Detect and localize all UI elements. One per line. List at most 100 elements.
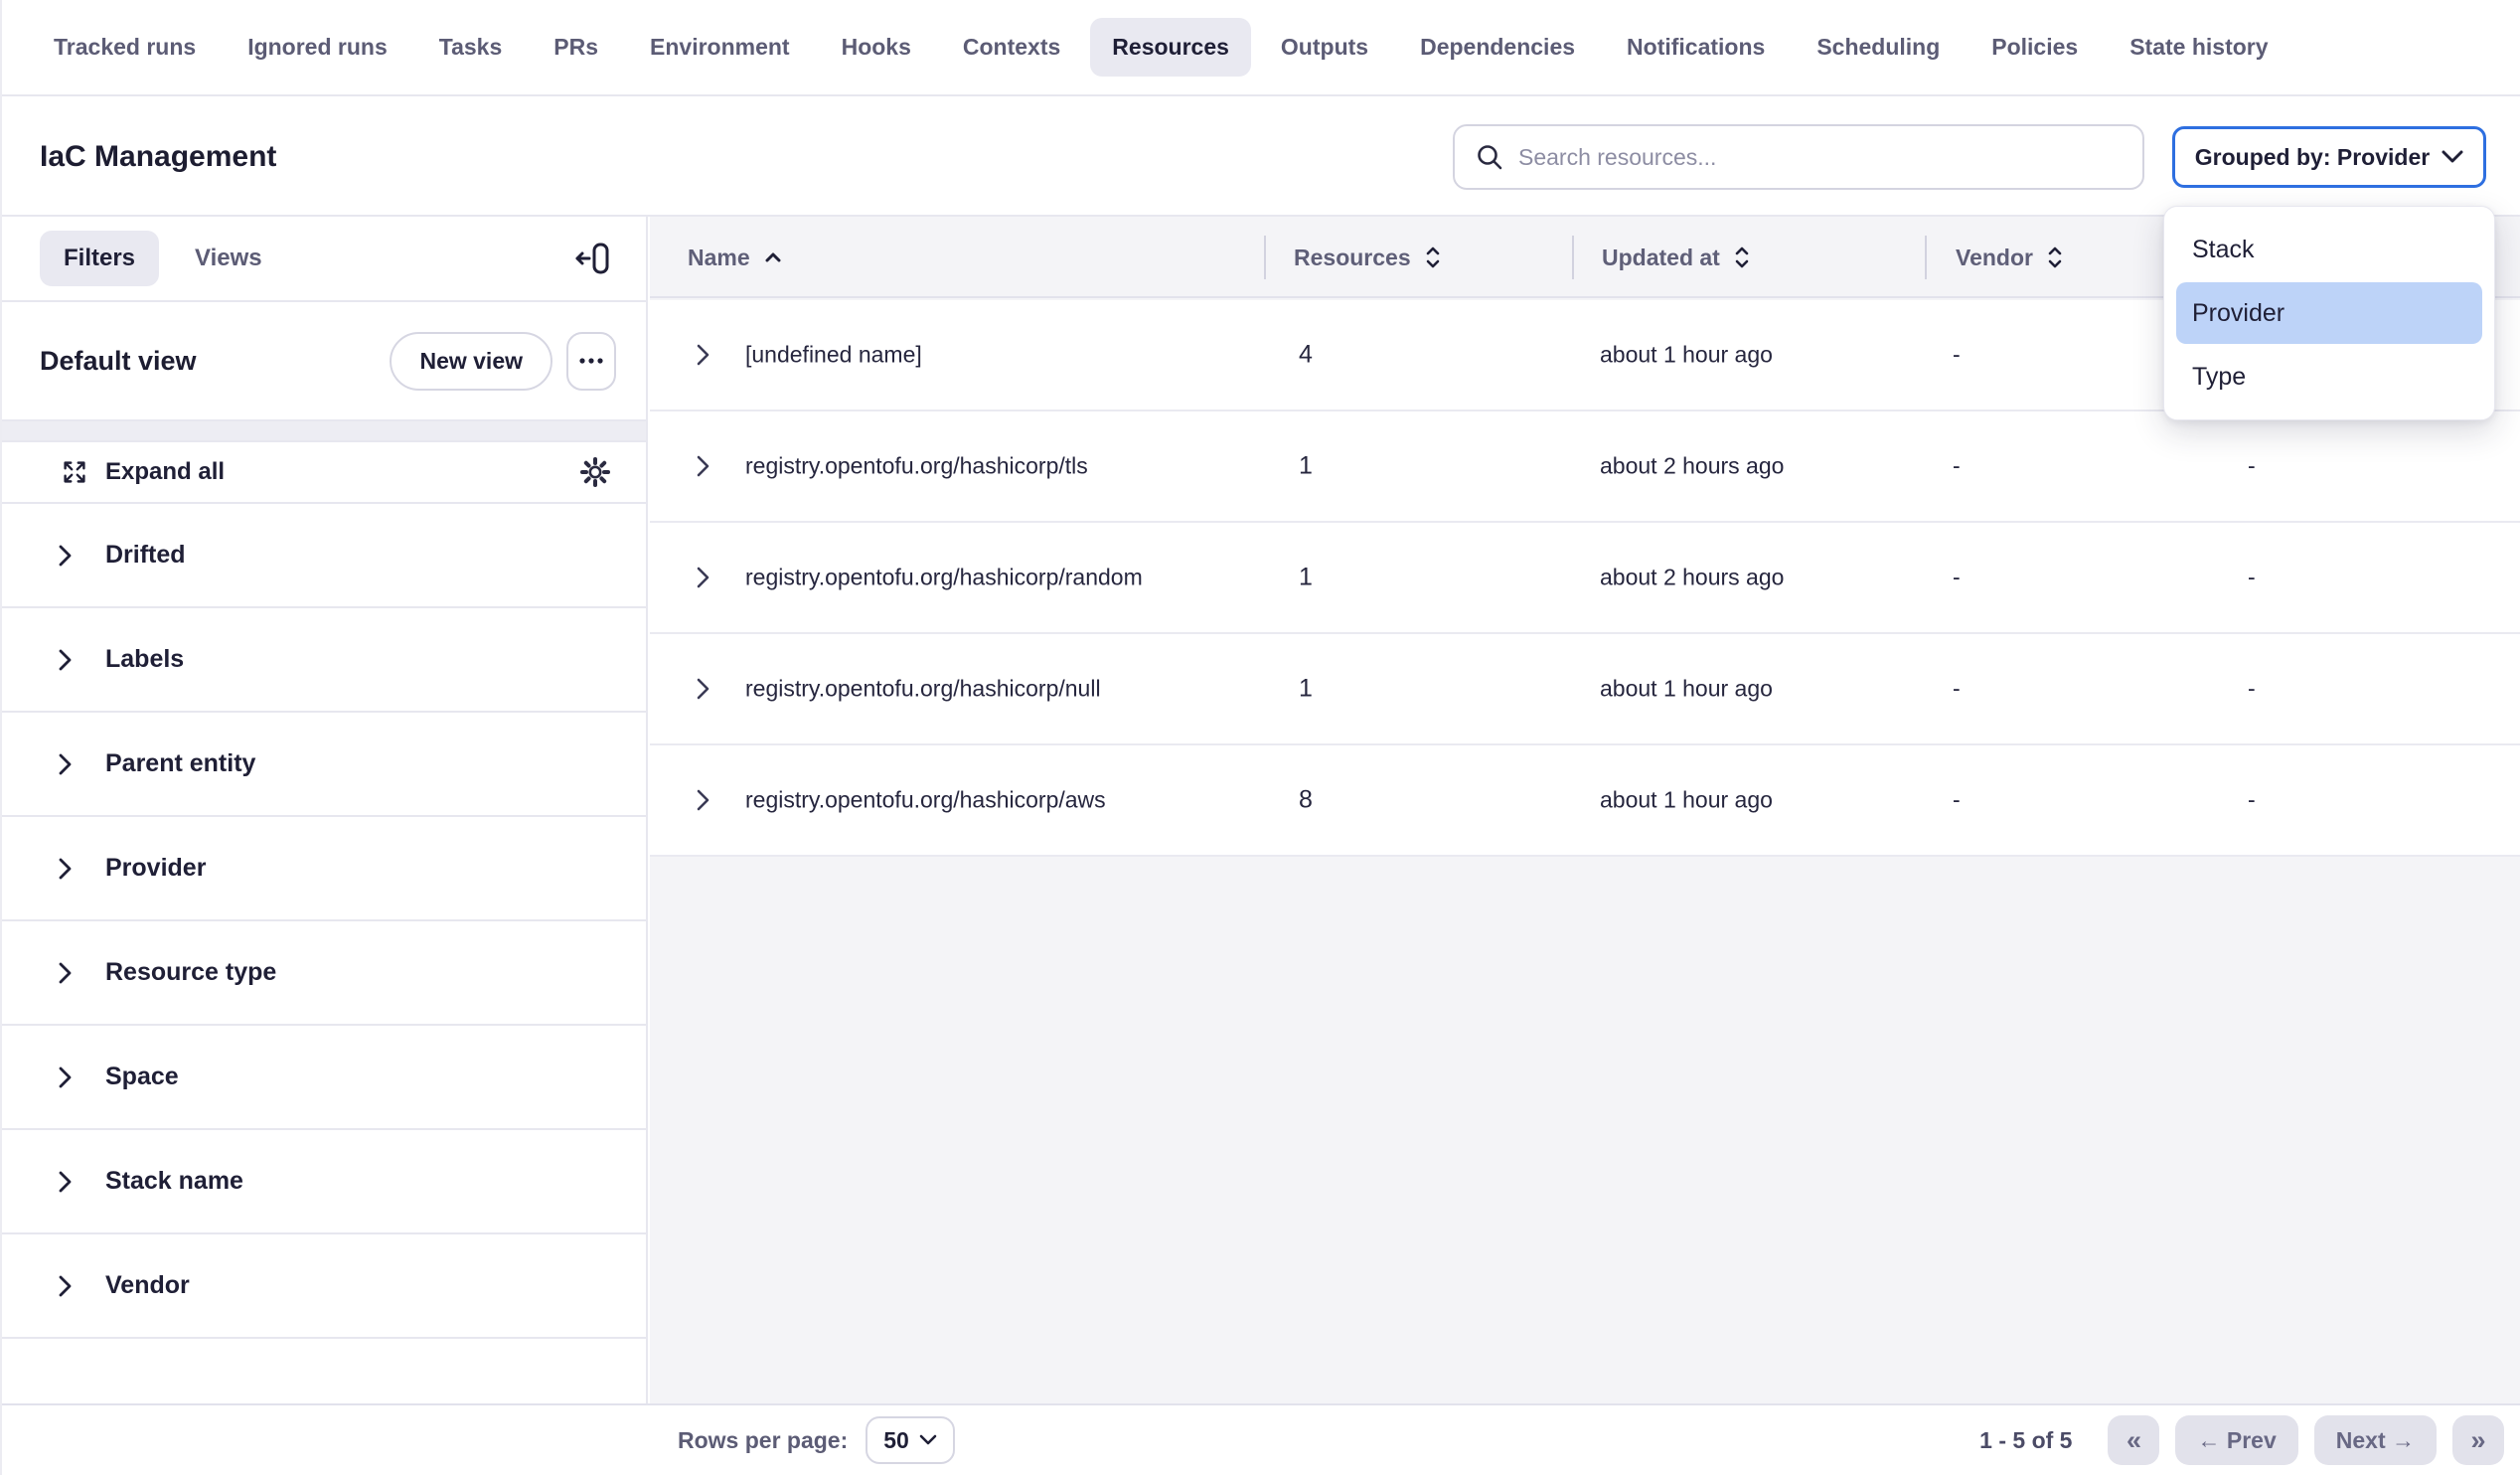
filter-group-label: Stack name <box>105 1167 243 1196</box>
expand-all-label[interactable]: Expand all <box>105 458 562 486</box>
column-header-resources[interactable]: Resources <box>1294 217 1441 298</box>
tab-state-history[interactable]: State history <box>2108 18 2289 77</box>
filter-group-labels[interactable]: Labels <box>2 608 646 713</box>
tab-resources[interactable]: Resources <box>1090 18 1251 77</box>
chevron-right-icon <box>54 1169 76 1195</box>
search-box[interactable] <box>1453 124 2144 190</box>
collapse-sidebar-icon <box>572 239 612 278</box>
tab-hooks[interactable]: Hooks <box>820 18 933 77</box>
row-expand-chevron-icon[interactable] <box>692 565 713 590</box>
tab-ignored-runs[interactable]: Ignored runs <box>226 18 409 77</box>
filter-group-provider[interactable]: Provider <box>2 817 646 921</box>
menu-item-type[interactable]: Type <box>2176 346 2482 408</box>
rows-per-page-group: Rows per page: 50 <box>678 1416 955 1464</box>
search-icon <box>1475 142 1504 172</box>
row-resources-count: 1 <box>1299 675 1313 704</box>
chevron-right-icon <box>54 647 76 673</box>
filter-group-drifted[interactable]: Drifted <box>2 504 646 608</box>
menu-item-stack[interactable]: Stack <box>2176 219 2482 280</box>
row-vendor: - <box>1953 565 1961 591</box>
table-row[interactable]: registry.opentofu.org/hashicorp/tls 1 ab… <box>650 411 2520 523</box>
tab-prs[interactable]: PRs <box>532 18 620 77</box>
row-name: [undefined name] <box>745 342 922 369</box>
filter-settings-button[interactable] <box>578 455 612 489</box>
menu-item-provider[interactable]: Provider <box>2176 282 2482 344</box>
new-view-button[interactable]: New view <box>390 332 552 391</box>
row-expand-chevron-icon[interactable] <box>692 787 713 813</box>
row-resources-count: 4 <box>1299 341 1313 370</box>
top-nav: Tracked runs Ignored runs Tasks PRs Envi… <box>2 0 2520 96</box>
column-header-name[interactable]: Name <box>688 217 782 298</box>
page-title: IaC Management <box>40 140 276 174</box>
iac-management-page: Tracked runs Ignored runs Tasks PRs Envi… <box>0 0 2520 1475</box>
table-row[interactable]: registry.opentofu.org/hashicorp/aws 8 ab… <box>650 745 2520 857</box>
table-row[interactable]: registry.opentofu.org/hashicorp/null 1 a… <box>650 634 2520 745</box>
last-page-button[interactable]: » <box>2452 1415 2504 1465</box>
row-extra: - <box>2248 565 2256 591</box>
filter-group-label: Vendor <box>105 1271 190 1300</box>
column-header-vendor[interactable]: Vendor <box>1956 217 2063 298</box>
filter-group-parent-entity[interactable]: Parent entity <box>2 713 646 817</box>
grouped-by-button[interactable]: Grouped by: Provider <box>2172 126 2486 188</box>
tab-policies[interactable]: Policies <box>1969 18 2100 77</box>
tab-dependencies[interactable]: Dependencies <box>1398 18 1597 77</box>
filter-group-stack-name[interactable]: Stack name <box>2 1130 646 1234</box>
column-label: Name <box>688 245 750 271</box>
chevron-right-icon <box>54 1065 76 1090</box>
row-resources-count: 1 <box>1299 452 1313 481</box>
filter-group-label: Resource type <box>105 958 276 987</box>
row-resources-count: 1 <box>1299 564 1313 592</box>
tab-views[interactable]: Views <box>195 245 262 272</box>
chevron-right-icon <box>54 1273 76 1299</box>
tab-notifications[interactable]: Notifications <box>1605 18 1787 77</box>
row-resources-count: 8 <box>1299 786 1313 815</box>
first-page-button[interactable]: « <box>2108 1415 2159 1465</box>
row-updated-at: about 1 hour ago <box>1600 676 1773 703</box>
row-expand-chevron-icon[interactable] <box>692 342 713 368</box>
pagination-group: 1 - 5 of 5 « ← Prev Next → » <box>1979 1415 2504 1465</box>
row-expand-chevron-icon[interactable] <box>692 453 713 479</box>
prev-page-button[interactable]: ← Prev <box>2175 1415 2297 1465</box>
table-footer: Rows per page: 50 1 - 5 of 5 « ← Prev Ne… <box>2 1403 2520 1475</box>
row-extra: - <box>2248 676 2256 703</box>
more-options-button[interactable] <box>566 332 616 391</box>
tab-scheduling[interactable]: Scheduling <box>1795 18 1962 77</box>
table-row[interactable]: registry.opentofu.org/hashicorp/random 1… <box>650 523 2520 634</box>
tab-tracked-runs[interactable]: Tracked runs <box>32 18 218 77</box>
sort-asc-icon <box>764 251 782 263</box>
row-expand-chevron-icon[interactable] <box>692 676 713 702</box>
filter-group-label: Parent entity <box>105 749 255 778</box>
grouped-by-menu: Stack Provider Type <box>2163 206 2495 420</box>
filter-group-space[interactable]: Space <box>2 1026 646 1130</box>
filter-group-vendor[interactable]: Vendor <box>2 1234 646 1339</box>
chevron-right-icon <box>54 856 76 882</box>
row-updated-at: about 1 hour ago <box>1600 787 1773 814</box>
column-separator <box>1264 236 1266 279</box>
filter-group-label: Labels <box>105 645 184 674</box>
sort-both-icon <box>1734 245 1750 270</box>
tab-outputs[interactable]: Outputs <box>1259 18 1390 77</box>
tab-filters[interactable]: Filters <box>40 231 159 286</box>
search-input[interactable] <box>1518 144 2123 171</box>
chevron-right-icon <box>54 543 76 569</box>
rows-per-page-label: Rows per page: <box>678 1427 848 1454</box>
tab-environment[interactable]: Environment <box>628 18 812 77</box>
ellipsis-icon <box>578 357 604 365</box>
filter-group-resource-type[interactable]: Resource type <box>2 921 646 1026</box>
row-vendor: - <box>1953 676 1961 703</box>
collapse-sidebar-button[interactable] <box>572 239 612 278</box>
row-updated-at: about 2 hours ago <box>1600 565 1784 591</box>
row-extra: - <box>2248 453 2256 480</box>
sort-both-icon <box>2047 245 2063 270</box>
chevron-right-icon <box>54 960 76 986</box>
rows-per-page-select[interactable]: 50 <box>866 1416 955 1464</box>
next-page-button[interactable]: Next → <box>2314 1415 2437 1465</box>
tab-contexts[interactable]: Contexts <box>941 18 1082 77</box>
chevron-right-icon <box>54 751 76 777</box>
tab-tasks[interactable]: Tasks <box>417 18 525 77</box>
column-header-updated-at[interactable]: Updated at <box>1602 217 1750 298</box>
sidebar-tabs: Filters Views <box>2 217 646 302</box>
rows-per-page-value: 50 <box>883 1427 909 1454</box>
row-name: registry.opentofu.org/hashicorp/tls <box>745 453 1088 480</box>
column-label: Updated at <box>1602 245 1720 271</box>
